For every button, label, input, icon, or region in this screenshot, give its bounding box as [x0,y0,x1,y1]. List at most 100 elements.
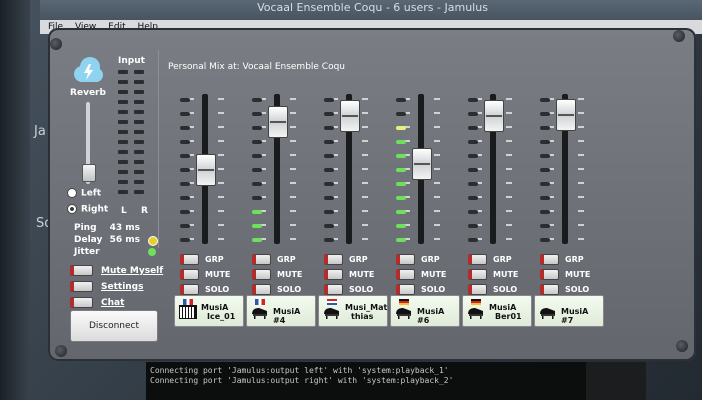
fader-tick [218,98,224,100]
mute-button-label: MUTE [205,270,231,279]
left-radio[interactable]: Left [67,188,101,199]
level-meter-segment [468,140,478,144]
level-meter-segment [252,224,262,228]
radio-icon[interactable] [67,188,77,198]
grp-button[interactable]: GRP [540,254,584,265]
mute-button[interactable]: MUTE [540,269,590,280]
level-meter-segment [324,154,334,158]
toggle-icon[interactable] [252,269,271,280]
fader-tick [578,238,584,240]
settings-toggle[interactable]: Settings [70,281,143,292]
delay-label: Delay [74,235,103,245]
toggle-icon[interactable] [468,284,487,295]
disconnect-button[interactable]: Disconnect [70,310,158,342]
solo-button[interactable]: SOLO [540,284,589,295]
fader-knob[interactable] [268,106,288,138]
terminal-line: Connecting port 'Jamulus:output left' wi… [150,366,449,375]
fader-tick [434,182,440,184]
piano-icon [252,308,267,319]
level-meter-segment [324,210,334,214]
mute-button[interactable]: MUTE [252,269,302,280]
piano-icon [468,308,483,319]
solo-button-label: SOLO [493,285,518,294]
toggle-icon[interactable] [180,284,199,295]
solo-button[interactable]: SOLO [324,284,373,295]
level-meter-segment [324,126,334,130]
toggle-icon[interactable] [324,269,343,280]
ping-label: Ping [74,223,97,233]
fader-tick [506,140,512,142]
toggle-icon[interactable] [252,284,271,295]
fader-tick [290,154,296,156]
grp-button[interactable]: GRP [180,254,224,265]
radio-selected-icon[interactable] [67,204,77,214]
fader-tick [218,112,224,114]
toggle-icon[interactable] [70,265,93,276]
fader-tick [362,182,368,184]
toggle-icon[interactable] [70,281,93,292]
mute-button-label: MUTE [493,270,519,279]
grp-button[interactable]: GRP [252,254,296,265]
mute-button[interactable]: MUTE [180,269,230,280]
solo-button[interactable]: SOLO [252,284,301,295]
level-meter-segment [396,140,406,144]
level-meter-segment [540,98,550,102]
toggle-icon[interactable] [396,284,415,295]
terminal-scrollbar[interactable] [586,362,646,400]
toggle-icon[interactable] [540,284,559,295]
mute-button[interactable]: MUTE [468,269,518,280]
chat-toggle[interactable]: Chat [70,297,124,308]
fader-tick [506,98,512,100]
right-radio[interactable]: Right [67,204,108,215]
solo-button[interactable]: SOLO [396,284,445,295]
fader-knob[interactable] [196,154,216,186]
channel-name-line2: thias [351,312,374,321]
fader-knob[interactable] [412,148,432,180]
toggle-icon[interactable] [252,254,271,265]
mute-myself-toggle[interactable]: Mute Myself [70,265,163,276]
toggle-icon[interactable] [468,269,487,280]
toggle-icon[interactable] [180,254,199,265]
jitter-label: Jitter [74,247,100,257]
channel-name-box[interactable]: MusiA #6 [390,295,460,327]
level-meter-segment [252,182,262,186]
channel-name-box[interactable]: Musi_Mat thias [318,295,388,327]
fader-tick [506,112,512,114]
mute-button[interactable]: MUTE [324,269,374,280]
toggle-icon[interactable] [324,254,343,265]
channel-name-box[interactable]: MusiA #4 [246,295,316,327]
channel-name-text: MusiA Ice_01 [201,303,235,321]
solo-button[interactable]: SOLO [468,284,517,295]
grp-button[interactable]: GRP [324,254,368,265]
fader-tick [506,168,512,170]
toggle-icon[interactable] [180,269,199,280]
solo-button[interactable]: SOLO [180,284,229,295]
channel-name-box[interactable]: MusiA Ice_01 [174,295,244,327]
fader-tick [434,98,440,100]
grp-button[interactable]: GRP [468,254,512,265]
toggle-icon[interactable] [540,269,559,280]
toggle-icon[interactable] [540,254,559,265]
level-meter-segment [540,224,550,228]
level-meter-segment [180,182,190,186]
terminal-output: Connecting port 'Jamulus:output left' wi… [146,362,586,400]
fader-knob[interactable] [484,100,504,132]
toggle-icon[interactable] [468,254,487,265]
reverb-slider-knob[interactable] [82,164,96,182]
fader-tick [578,224,584,226]
fader-knob[interactable] [556,98,576,131]
fader-tick [506,210,512,212]
fader-tick [578,140,584,142]
grp-button[interactable]: GRP [396,254,440,265]
fader-tick [218,140,224,142]
toggle-icon[interactable] [70,297,93,308]
fader-knob[interactable] [340,100,360,132]
mute-button[interactable]: MUTE [396,269,446,280]
toggle-icon[interactable] [324,284,343,295]
toggle-icon[interactable] [396,269,415,280]
ping-value: 43 ms [109,223,140,233]
fader-tick [218,154,224,156]
toggle-icon[interactable] [396,254,415,265]
channel-name-box[interactable]: MusiA Ber01 [462,295,532,327]
channel-name-box[interactable]: MusiA #7 [534,295,604,327]
